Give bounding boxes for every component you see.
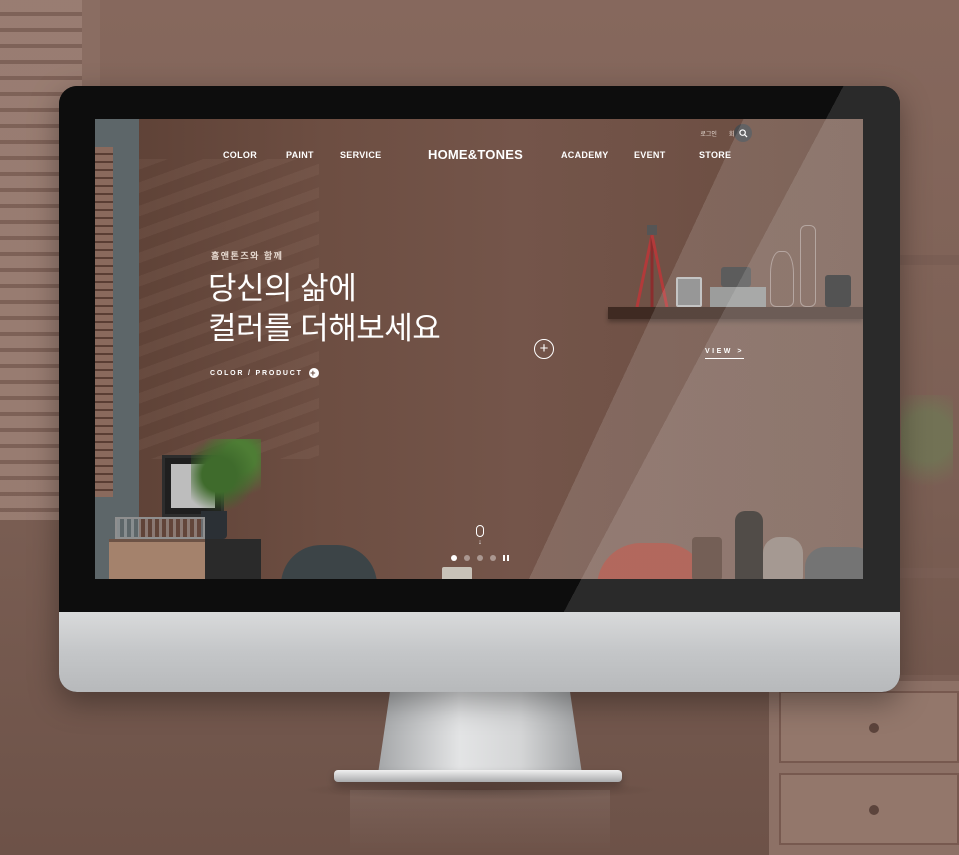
slider-dot[interactable] — [477, 555, 483, 561]
slider-dot[interactable] — [464, 555, 470, 561]
cup — [442, 567, 472, 579]
wall-shelf-lower — [899, 568, 959, 578]
hero-title: 당신의 삶에 컬러를 더해보세요 — [208, 269, 441, 349]
color-product-label: COLOR / PRODUCT — [210, 369, 303, 377]
camera — [721, 267, 751, 287]
hotspot-plus-button[interactable]: + — [534, 339, 554, 359]
wire-basket — [115, 517, 205, 539]
champagne-glass — [800, 225, 816, 307]
monitor: 로그인 회원가입 COLOR PAINT SERVICE ACADEMY EVE… — [59, 86, 900, 692]
view-link[interactable]: VIEW > — [705, 348, 744, 359]
search-icon — [738, 128, 748, 138]
arrow-down-icon: ↓ — [478, 539, 482, 546]
stand-reflection — [350, 790, 610, 855]
plus-icon: + — [308, 368, 319, 378]
plant — [901, 395, 953, 515]
hero-blind — [95, 147, 113, 497]
coffee-grinder — [692, 537, 722, 579]
kettle — [763, 537, 803, 579]
desk-side — [205, 539, 261, 579]
login-link[interactable]: 로그인 — [700, 129, 717, 138]
scroll-mouse-icon — [476, 525, 484, 537]
slider-dot[interactable] — [451, 555, 457, 561]
tea-tin — [825, 275, 851, 307]
cabinet-drawer — [779, 691, 959, 763]
wine-glass — [770, 251, 794, 307]
chair-red — [597, 543, 707, 579]
monitor-stand-base — [334, 770, 622, 782]
oil-bottle — [735, 511, 763, 579]
nav-paint[interactable]: PAINT — [286, 150, 314, 160]
pause-icon[interactable] — [503, 555, 509, 561]
color-product-link[interactable]: COLOR / PRODUCT + — [210, 368, 319, 378]
shelf-box — [710, 287, 766, 307]
monitor-stand — [378, 690, 582, 774]
nav-academy[interactable]: ACADEMY — [561, 150, 609, 160]
vintage-camera — [676, 277, 702, 307]
hero-shelf — [608, 307, 863, 319]
chair-grey — [281, 545, 377, 579]
tripod-icon — [635, 225, 669, 307]
search-button[interactable] — [734, 124, 752, 142]
hero-eyebrow: 홈앤톤즈와 함께 — [211, 251, 284, 261]
slider-pagination — [451, 555, 509, 561]
monitor-chin — [59, 612, 900, 692]
website-screen: 로그인 회원가입 COLOR PAINT SERVICE ACADEMY EVE… — [95, 119, 863, 579]
cabinet-drawer — [779, 773, 959, 845]
slider-dot[interactable] — [490, 555, 496, 561]
nav-service[interactable]: SERVICE — [340, 150, 381, 160]
site-logo[interactable]: HOME&TONES — [428, 147, 523, 162]
nav-color[interactable]: COLOR — [223, 150, 257, 160]
hero-title-line2: 컬러를 더해보세요 — [208, 311, 441, 346]
hero-title-line1: 당신의 삶에 — [208, 271, 357, 306]
chair-dark — [805, 547, 863, 579]
wall-shelf — [899, 255, 959, 265]
cabinet — [769, 675, 959, 855]
nav-store[interactable]: STORE — [699, 150, 731, 160]
nav-event[interactable]: EVENT — [634, 150, 666, 160]
